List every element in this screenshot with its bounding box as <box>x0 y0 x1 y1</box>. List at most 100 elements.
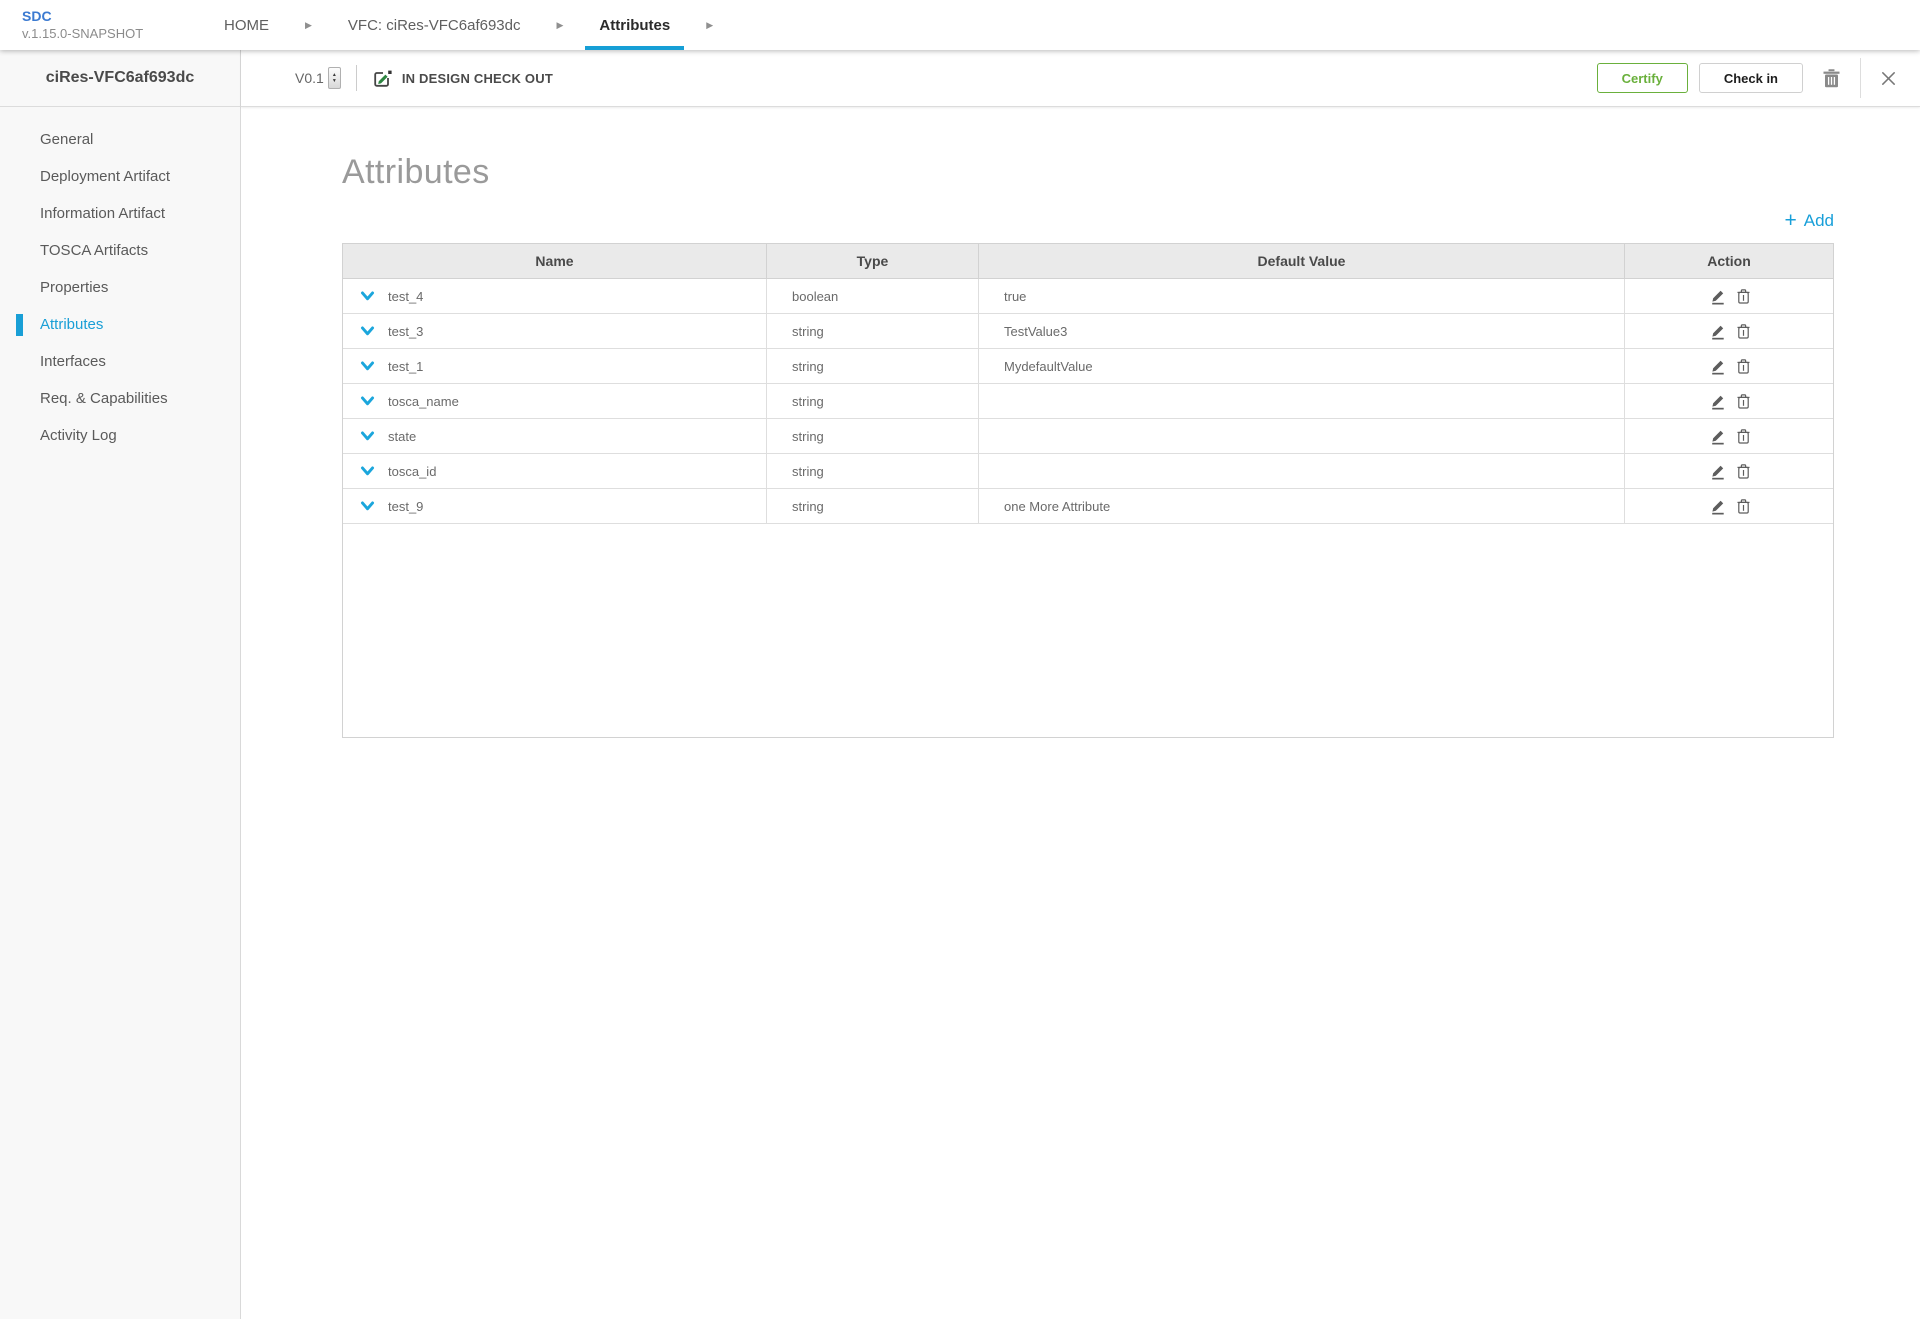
chevron-down-icon[interactable] <box>360 289 375 304</box>
delete-icon[interactable] <box>1737 428 1750 444</box>
attributes-table: Name Type Default Value Action test_4 bo… <box>342 243 1834 738</box>
table-row: test_1 string MydefaultValue <box>343 349 1833 384</box>
attribute-action-cell <box>1625 314 1833 348</box>
sidebar-item-label: Interfaces <box>40 353 106 370</box>
edit-icon[interactable] <box>1709 498 1726 515</box>
page-title: Attributes <box>342 153 490 191</box>
checkout-icon <box>372 68 393 89</box>
close-icon[interactable] <box>1881 71 1896 86</box>
column-header-default-value: Default Value <box>979 244 1625 278</box>
plus-icon: + <box>1784 209 1797 232</box>
divider <box>355 65 357 91</box>
version-label: V0.1 <box>295 70 324 86</box>
delete-icon[interactable] <box>1737 358 1750 374</box>
chevron-down-icon[interactable] <box>360 429 375 444</box>
sidebar-item[interactable]: Req. & Capabilities <box>0 380 240 417</box>
table-row: test_3 string TestValue3 <box>343 314 1833 349</box>
app-logo: SDC v.1.15.0-SNAPSHOT <box>0 0 210 50</box>
sidebar-menu: General Deployment Artifact Information … <box>0 121 240 454</box>
version-selector[interactable]: ▲ ▼ <box>327 67 341 89</box>
attribute-default-value-cell <box>979 419 1625 453</box>
attribute-name: state <box>388 428 417 444</box>
workspace-toolbar: V0.1 ▲ ▼ IN DESIGN CHECK OUT Certify Che… <box>241 50 1920 107</box>
attribute-action-cell <box>1625 279 1833 313</box>
spinner-down-icon: ▼ <box>331 78 337 84</box>
attribute-type: string <box>792 358 824 374</box>
attribute-name-cell: test_3 <box>343 314 767 348</box>
column-header-name: Name <box>343 244 767 278</box>
top-nav-bar: SDC v.1.15.0-SNAPSHOT HOME ▶ VFC: ciRes-… <box>0 0 1920 50</box>
edit-icon[interactable] <box>1709 358 1726 375</box>
sidebar-item[interactable]: General <box>0 121 240 158</box>
sidebar-item[interactable]: TOSCA Artifacts <box>0 232 240 269</box>
delete-icon[interactable] <box>1737 498 1750 514</box>
sidebar-item-label: Deployment Artifact <box>40 168 171 185</box>
edit-icon[interactable] <box>1709 323 1726 340</box>
attribute-default-value: TestValue3 <box>1004 323 1068 339</box>
app-logo-title: SDC <box>22 7 52 24</box>
add-row: + Add <box>342 210 1834 231</box>
add-attribute-button[interactable]: + Add <box>1784 210 1834 231</box>
breadcrumb-vfc[interactable]: VFC: ciRes-VFC6af693dc <box>334 0 535 50</box>
attribute-type: boolean <box>792 288 839 304</box>
tab-attributes[interactable]: Attributes <box>585 0 685 50</box>
main-content: Attributes + Add Name Type Default Value… <box>241 107 1920 1319</box>
chevron-down-icon[interactable] <box>360 464 375 479</box>
chevron-down-icon[interactable] <box>360 499 375 514</box>
entity-name: ciRes-VFC6af693dc <box>0 50 241 107</box>
sidebar-item[interactable]: Interfaces <box>0 343 240 380</box>
sidebar-item-label: Properties <box>40 279 109 296</box>
attribute-action-cell <box>1625 454 1833 488</box>
attribute-type: string <box>792 323 824 339</box>
attribute-type-cell: string <box>767 419 979 453</box>
attribute-type-cell: string <box>767 349 979 383</box>
lifecycle-state: IN DESIGN CHECK OUT <box>372 68 553 89</box>
attribute-name-cell: test_9 <box>343 489 767 523</box>
attribute-type: string <box>792 463 824 479</box>
attribute-default-value-cell: MydefaultValue <box>979 349 1625 383</box>
edit-icon[interactable] <box>1709 428 1726 445</box>
attribute-type-cell: string <box>767 489 979 523</box>
sidebar-item[interactable]: Attributes <box>0 306 240 343</box>
column-header-action: Action <box>1707 253 1751 269</box>
attribute-name-cell: tosca_name <box>343 384 767 418</box>
sidebar-item[interactable]: Information Artifact <box>0 195 240 232</box>
attribute-default-value-cell <box>979 384 1625 418</box>
attribute-type-cell: boolean <box>767 279 979 313</box>
sidebar: General Deployment Artifact Information … <box>0 107 241 1319</box>
sidebar-item[interactable]: Activity Log <box>0 417 240 454</box>
checkin-button[interactable]: Check in <box>1698 63 1803 93</box>
attribute-name: test_1 <box>388 358 424 374</box>
breadcrumb-arrow-icon: ▶ <box>706 19 714 30</box>
delete-icon[interactable] <box>1737 288 1750 304</box>
edit-icon[interactable] <box>1709 288 1726 305</box>
delete-icon[interactable] <box>1737 393 1750 409</box>
attribute-action-cell <box>1625 419 1833 453</box>
sidebar-item-label: Activity Log <box>40 427 117 444</box>
chevron-down-icon[interactable] <box>360 324 375 339</box>
certify-button[interactable]: Certify <box>1596 63 1688 93</box>
breadcrumb-home[interactable]: HOME <box>210 0 283 50</box>
breadcrumb-arrow-icon: ▶ <box>556 19 564 30</box>
delete-entity-icon[interactable] <box>1823 68 1840 88</box>
attribute-action-cell <box>1625 349 1833 383</box>
sidebar-item[interactable]: Properties <box>0 269 240 306</box>
attribute-default-value-cell: TestValue3 <box>979 314 1625 348</box>
attribute-action-cell <box>1625 489 1833 523</box>
edit-icon[interactable] <box>1709 463 1726 480</box>
attribute-name: test_3 <box>388 323 424 339</box>
chevron-down-icon[interactable] <box>360 394 375 409</box>
attribute-default-value-cell: true <box>979 279 1625 313</box>
edit-icon[interactable] <box>1709 393 1726 410</box>
attribute-type-cell: string <box>767 384 979 418</box>
sidebar-item-label: General <box>40 131 94 148</box>
attribute-default-value-cell <box>979 454 1625 488</box>
delete-icon[interactable] <box>1737 463 1750 479</box>
delete-icon[interactable] <box>1737 323 1750 339</box>
sidebar-item[interactable]: Deployment Artifact <box>0 158 240 195</box>
attribute-name: test_9 <box>388 498 424 514</box>
chevron-down-icon[interactable] <box>360 359 375 374</box>
attribute-name-cell: test_1 <box>343 349 767 383</box>
attribute-name: tosca_id <box>388 463 437 479</box>
table-row: test_9 string one More Attribute <box>343 489 1833 524</box>
